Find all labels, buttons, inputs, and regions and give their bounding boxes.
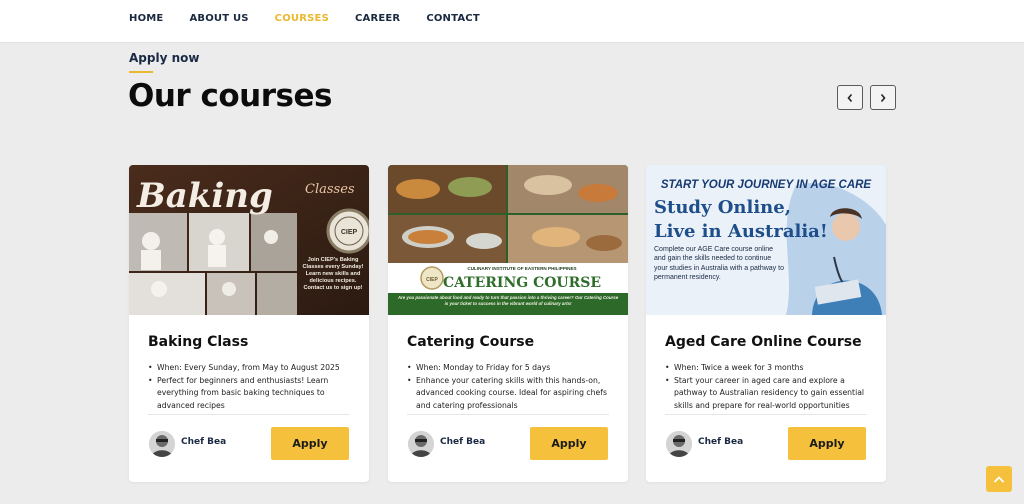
baking-script-sub: Classes [305, 182, 355, 197]
chevron-right-icon [880, 93, 886, 102]
course-image-aged-care[interactable]: START YOUR JOURNEY IN AGE CARE Study Onl… [646, 165, 886, 315]
course-bullets-baking: When: Every Sunday, from May to August 2… [148, 362, 354, 412]
course-image-catering[interactable]: CIEP CULINARY INSTITUTE OF EASTERN PHILI… [388, 165, 628, 315]
course-title-catering: Catering Course [407, 334, 535, 350]
apply-button[interactable]: Apply [271, 427, 349, 460]
chevron-left-icon [847, 93, 853, 102]
card-divider [148, 414, 350, 415]
avatar [149, 431, 175, 457]
avatar [666, 431, 692, 457]
apply-button[interactable]: Apply [788, 427, 866, 460]
list-item: Start your career in aged care and explo… [665, 375, 871, 413]
list-item: When: Twice a week for 3 months [665, 362, 871, 375]
baking-image-caption: Join CIEP's Baking Classes every Sunday!… [302, 257, 364, 291]
course-image-baking[interactable]: CIEP Baking Classes Join CIEP's Baking C… [129, 165, 369, 315]
ciep-badge-text: CIEP [341, 229, 358, 236]
author-name: Chef Bea [440, 437, 486, 447]
list-item: Perfect for beginners and enthusiasts! L… [148, 375, 354, 413]
nav-courses[interactable]: COURSES [275, 13, 329, 24]
author-name: Chef Bea [698, 437, 744, 447]
chevron-up-icon [993, 475, 1005, 483]
list-item: When: Every Sunday, from May to August 2… [148, 362, 354, 375]
aged-care-body: Complete our AGE Care course online and … [654, 246, 784, 282]
carousel-next-button[interactable] [870, 85, 896, 110]
aged-care-headline: START YOUR JOURNEY IN AGE CARE [661, 179, 872, 191]
nav-about-us[interactable]: ABOUT US [189, 13, 248, 24]
nav-career[interactable]: CAREER [355, 13, 400, 24]
card-divider [665, 414, 867, 415]
top-nav: HOME ABOUT US COURSES CAREER CONTACT [0, 0, 1024, 43]
section-eyebrow: Apply now [129, 51, 200, 65]
course-bullets-aged-care: When: Twice a week for 3 months Start yo… [665, 362, 871, 412]
baking-script-title: Baking [136, 176, 273, 216]
page-title: Our courses [128, 78, 332, 114]
nav-links: HOME ABOUT US COURSES CAREER CONTACT [129, 13, 480, 24]
course-card-baking: CIEP Baking Classes Join CIEP's Baking C… [129, 165, 369, 482]
aged-care-line1: Study Online, [654, 197, 791, 218]
list-item: Enhance your catering skills with this h… [407, 375, 613, 413]
card-divider [407, 414, 609, 415]
course-title-aged-care: Aged Care Online Course [665, 334, 862, 350]
eyebrow-underline [129, 71, 153, 73]
course-title-baking: Baking Class [148, 334, 249, 350]
carousel-prev-button[interactable] [837, 85, 863, 110]
author-name: Chef Bea [181, 437, 227, 447]
list-item: When: Monday to Friday for 5 days [407, 362, 613, 375]
apply-button[interactable]: Apply [530, 427, 608, 460]
course-card-catering: CIEP CULINARY INSTITUTE OF EASTERN PHILI… [388, 165, 628, 482]
nav-contact[interactable]: CONTACT [426, 13, 480, 24]
back-to-top-button[interactable] [986, 466, 1012, 492]
nav-home[interactable]: HOME [129, 13, 163, 24]
catering-image-caption: Are you passionate about food and ready … [397, 295, 619, 306]
catering-banner-text: CATERING COURSE [443, 275, 601, 291]
course-bullets-catering: When: Monday to Friday for 5 days Enhanc… [407, 362, 613, 412]
catering-institute-text: CULINARY INSTITUTE OF EASTERN PHILIPPINE… [467, 266, 576, 271]
course-card-aged-care: START YOUR JOURNEY IN AGE CARE Study Onl… [646, 165, 886, 482]
aged-care-line2: Live in Australia! [654, 221, 828, 242]
svg-text:CIEP: CIEP [426, 277, 438, 283]
avatar [408, 431, 434, 457]
